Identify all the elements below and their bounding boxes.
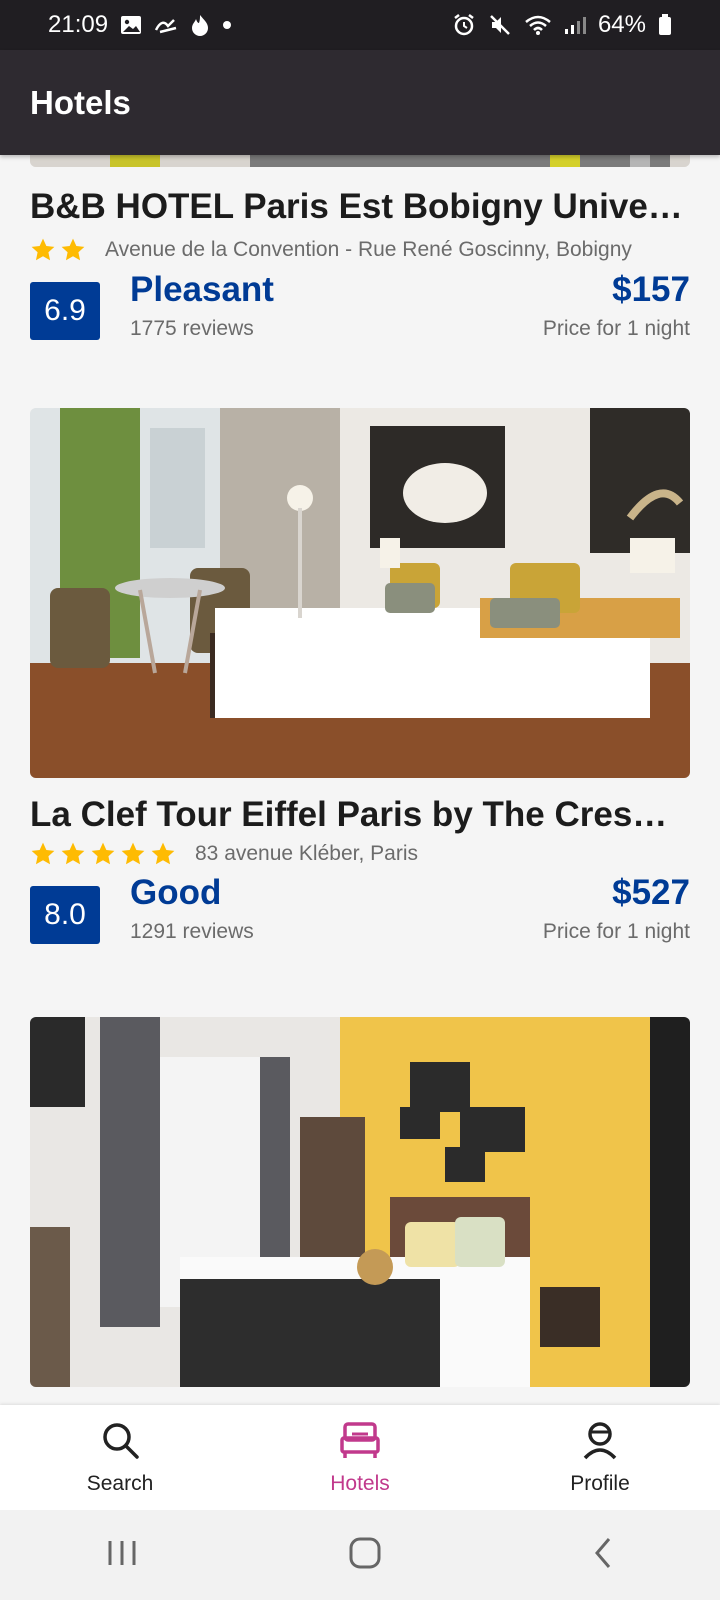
price: $527: [612, 873, 690, 912]
hotel-address: 83 avenue Kléber, Paris: [195, 842, 418, 865]
bottom-nav: Search Hotels Profile: [0, 1405, 720, 1510]
hotel-address: Avenue de la Convention - Rue René Gosci…: [105, 238, 632, 261]
rating-word: Good: [130, 873, 222, 912]
mute-icon: [488, 13, 512, 37]
review-count: 1291 reviews: [130, 920, 254, 943]
hotel-name[interactable]: B&B HOTEL Paris Est Bobigny Unive…: [30, 187, 690, 227]
home-icon[interactable]: [348, 1536, 382, 1575]
image-icon: [120, 15, 142, 35]
hotel-photo[interactable]: [30, 1017, 690, 1387]
bed-icon: [339, 1420, 381, 1466]
score-badge: 8.0: [30, 886, 100, 944]
flame-icon: [190, 14, 210, 36]
price-note: Price for 1 night: [542, 317, 690, 340]
star-icon: [150, 841, 176, 867]
battery-icon: [658, 14, 672, 36]
signal-icon: [564, 15, 586, 35]
nav-hotels[interactable]: Hotels: [240, 1405, 480, 1510]
star-icon: [120, 841, 146, 867]
profile-icon: [580, 1420, 620, 1466]
page-title: Hotels: [30, 83, 131, 121]
hotel-card[interactable]: La Clef Tour Eiffel Paris by The Cres… 8…: [30, 408, 690, 968]
star-icon: [60, 237, 86, 263]
status-time: 21:09: [48, 11, 109, 38]
star-icon: [30, 237, 56, 263]
battery-percent: 64%: [597, 11, 646, 38]
app-bar: Hotels: [0, 50, 720, 155]
nav-profile-label: Profile: [570, 1471, 630, 1495]
hotel-list[interactable]: B&B HOTEL Paris Est Bobigny Unive… Avenu…: [0, 155, 720, 1405]
nav-hotels-label: Hotels: [330, 1471, 390, 1495]
hotel-name[interactable]: La Clef Tour Eiffel Paris by The Cres…: [30, 795, 690, 835]
recent-apps-icon[interactable]: [105, 1538, 139, 1573]
nav-profile[interactable]: Profile: [480, 1405, 720, 1510]
star-rating: [30, 841, 176, 867]
wifi-icon: [524, 14, 552, 36]
hotel-photo[interactable]: [30, 155, 690, 167]
alarm-icon: [452, 13, 476, 37]
star-icon: [30, 841, 56, 867]
system-nav-bar: [0, 1510, 720, 1600]
star-icon: [90, 841, 116, 867]
nearby-share-icon: [154, 16, 178, 34]
back-icon[interactable]: [591, 1536, 615, 1575]
review-count: 1775 reviews: [130, 317, 254, 340]
nav-search-label: Search: [86, 1471, 154, 1495]
search-icon: [100, 1420, 140, 1466]
hotel-card[interactable]: [30, 1017, 690, 1387]
price-note: Price for 1 night: [542, 920, 690, 943]
star-rating: [30, 237, 86, 263]
price: $157: [612, 270, 690, 309]
star-icon: [60, 841, 86, 867]
rating-word: Pleasant: [130, 270, 274, 309]
nav-search[interactable]: Search: [0, 1405, 240, 1510]
dot-icon: [222, 20, 232, 30]
score-badge: 6.9: [30, 282, 100, 340]
status-bar: 21:09 64%: [0, 0, 720, 50]
hotel-photo[interactable]: [30, 408, 690, 778]
